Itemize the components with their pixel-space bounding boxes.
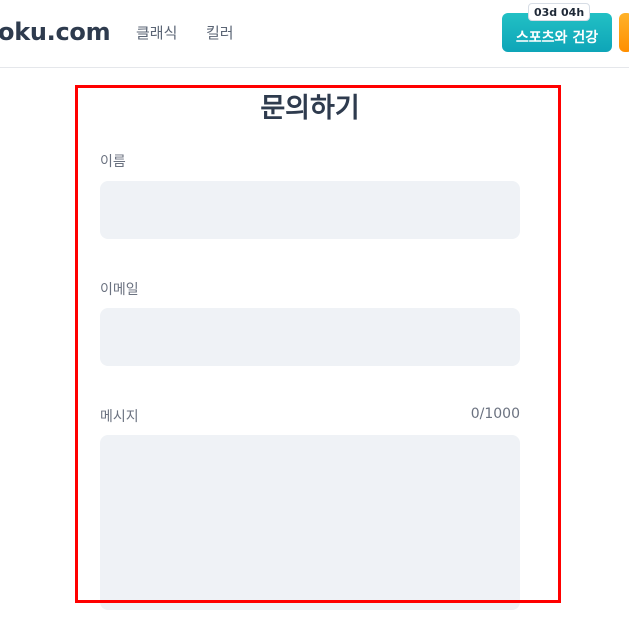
top-header: oku.com 클래식 킬러 스포츠와 건강 03d 04h xyxy=(0,0,629,68)
highlight-box xyxy=(75,85,561,603)
event-countdown-badge: 03d 04h xyxy=(528,3,591,21)
nav-item-classic[interactable]: 클래식 xyxy=(136,22,177,43)
orange-tab-button[interactable] xyxy=(619,13,629,52)
nav-item-killer[interactable]: 킬러 xyxy=(206,22,234,43)
site-logo[interactable]: oku.com xyxy=(0,18,111,46)
